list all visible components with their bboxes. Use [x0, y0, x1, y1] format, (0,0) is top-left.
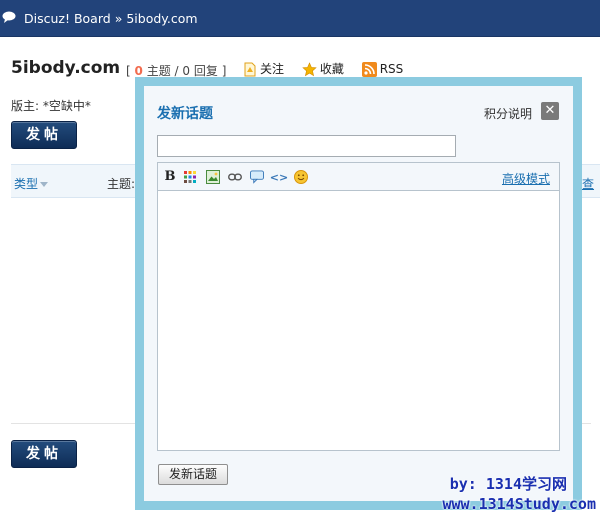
stats-close-bracket: ] [221, 64, 227, 78]
chevron-down-icon [40, 182, 49, 187]
follow-link[interactable]: 关注 [243, 60, 284, 77]
follow-icon [244, 62, 256, 77]
follow-label: 关注 [260, 62, 285, 76]
replies-count: 0 [182, 64, 191, 78]
top-nav-bar: Discuz! Board » 5ibody.com [0, 0, 600, 37]
bold-icon[interactable]: B [163, 169, 177, 184]
breadcrumb-root[interactable]: Discuz! Board [24, 11, 111, 26]
advanced-mode-link[interactable]: 高级模式 [502, 170, 550, 187]
post-editor: B <> 高级模式 [157, 162, 560, 451]
favorite-link[interactable]: 收藏 [302, 60, 344, 77]
quote-icon[interactable] [250, 170, 264, 184]
dialog-title: 发新话题 [157, 106, 213, 122]
new-topic-dialog: 发新话题 积分说明 ✕ B <> 高级模式 发新话题 [135, 77, 582, 510]
image-icon[interactable] [206, 170, 220, 184]
breadcrumb: Discuz! Board » 5ibody.com [24, 11, 198, 26]
submit-topic-button[interactable]: 发新话题 [158, 464, 228, 485]
watermark-line1: by: 1314学习网 [449, 475, 567, 493]
favorite-label: 收藏 [319, 62, 344, 76]
close-icon: ✕ [544, 103, 556, 118]
topics-count: 0 [134, 64, 143, 78]
rss-link[interactable]: RSS [361, 62, 404, 77]
color-grid-icon[interactable] [183, 170, 197, 184]
watermark-line2: www.1314Study.com [442, 495, 596, 513]
type-filter[interactable]: 类型 [14, 175, 49, 192]
stats-slash: / [174, 64, 179, 78]
forum-title: 5ibody.com [11, 58, 121, 78]
breadcrumb-separator: » [114, 11, 123, 26]
forum-actions: 关注 收藏 RSS [243, 60, 417, 77]
subject-input[interactable] [157, 135, 456, 157]
type-label: 类型 [14, 177, 39, 191]
link-icon[interactable] [228, 170, 242, 184]
link-svg [228, 173, 242, 181]
message-textarea[interactable] [158, 191, 559, 450]
smiley-svg [294, 170, 308, 184]
rss-icon [361, 62, 377, 77]
moderator-info: 版主: *空缺中* [11, 99, 91, 113]
image-svg [206, 170, 220, 184]
watermark: by: 1314学习网 www.1314Study.com [442, 474, 596, 514]
new-post-button-bottom[interactable]: 发帖 [11, 440, 77, 468]
replies-label: 回复 [193, 64, 218, 78]
subject-column-header: 主题: [107, 177, 136, 191]
code-icon[interactable]: <> [270, 170, 288, 184]
breadcrumb-current[interactable]: 5ibody.com [126, 11, 197, 26]
close-button[interactable]: ✕ [541, 102, 559, 120]
stats-open-bracket: [ [126, 64, 131, 78]
chat-bubble-icon [2, 11, 16, 23]
color-grid-svg [184, 171, 196, 183]
rss-label: RSS [379, 62, 404, 76]
quote-svg [250, 170, 264, 184]
topics-label: 主题 [146, 64, 171, 78]
smiley-icon[interactable] [294, 170, 308, 184]
star-icon [302, 62, 317, 77]
new-post-button-top[interactable]: 发帖 [11, 121, 77, 149]
credits-info-link[interactable]: 积分说明 [484, 105, 532, 122]
search-link[interactable]: 查 [582, 175, 594, 192]
editor-toolbar: B <> 高级模式 [158, 163, 559, 191]
